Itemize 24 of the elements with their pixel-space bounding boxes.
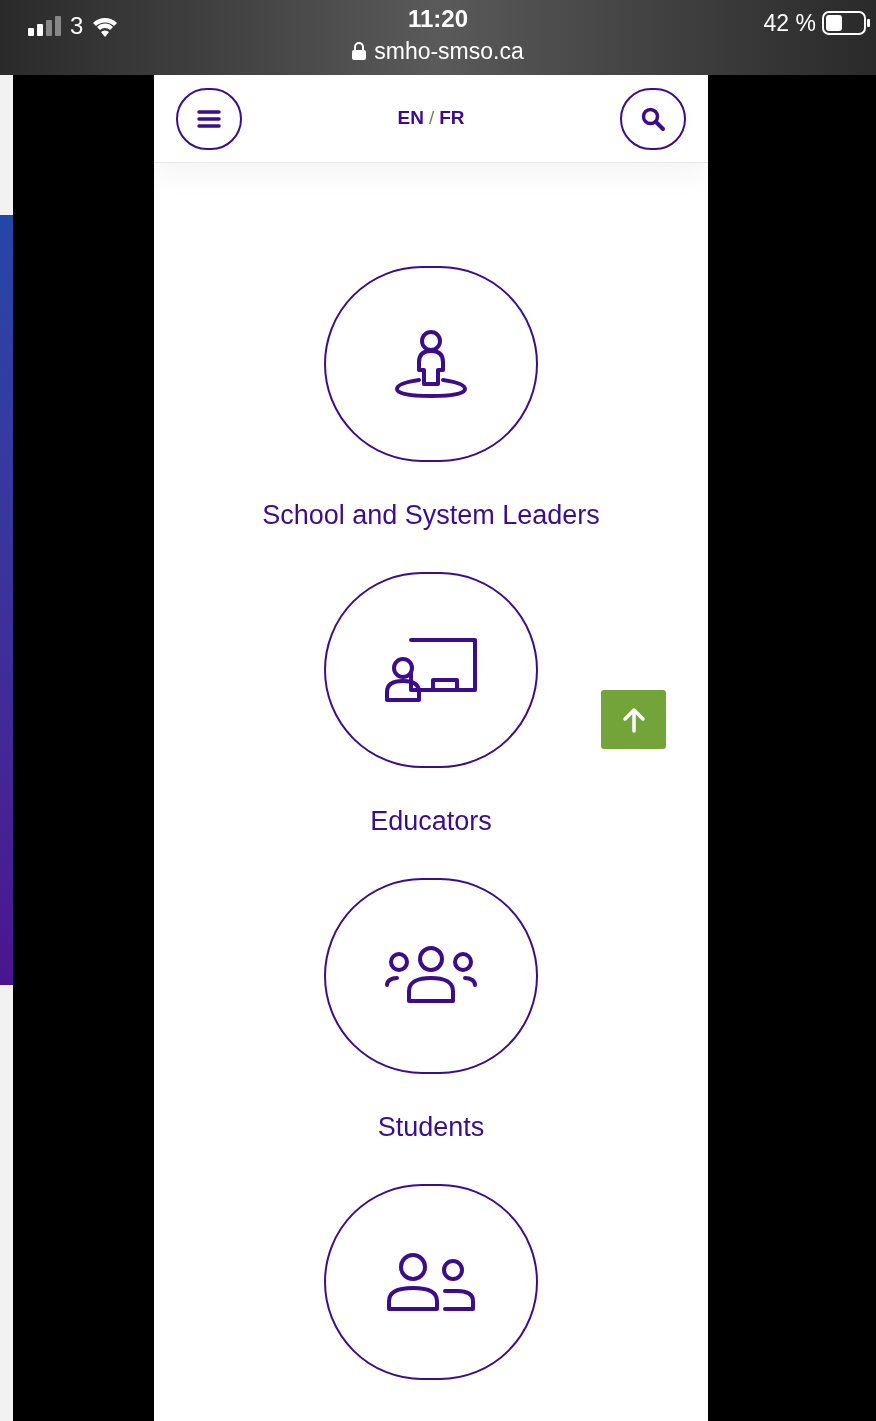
audience-circle-button[interactable]	[324, 572, 538, 768]
page-address[interactable]: smho-smso.ca	[374, 34, 524, 68]
menu-icon	[197, 108, 221, 129]
language-separator: /	[428, 106, 435, 131]
audience-circle-button[interactable]	[324, 266, 538, 462]
audience-link[interactable]: Educators	[370, 805, 492, 837]
clock-time: 11:20	[407, 4, 469, 34]
up-arrow-icon	[621, 706, 646, 733]
audience-link[interactable]: School and System Leaders	[262, 499, 600, 531]
french-link[interactable]: FR	[439, 104, 465, 133]
menu-button[interactable]	[176, 87, 242, 150]
search-button[interactable]	[620, 87, 686, 150]
audience-link[interactable]: Students	[377, 1111, 485, 1143]
battery-percent: 42 %	[763, 9, 816, 38]
search-icon	[640, 105, 666, 132]
wifi-icon	[91, 15, 120, 37]
carrier-label: 3	[70, 11, 84, 41]
audience-circle-button[interactable]	[324, 1184, 538, 1380]
scroll-to-top-button[interactable]	[601, 690, 666, 749]
audience-circle-button[interactable]	[324, 878, 538, 1074]
lock-icon	[352, 42, 367, 60]
signal-icon	[28, 16, 62, 36]
english-link[interactable]: EN	[397, 104, 424, 133]
battery-icon	[822, 11, 870, 36]
